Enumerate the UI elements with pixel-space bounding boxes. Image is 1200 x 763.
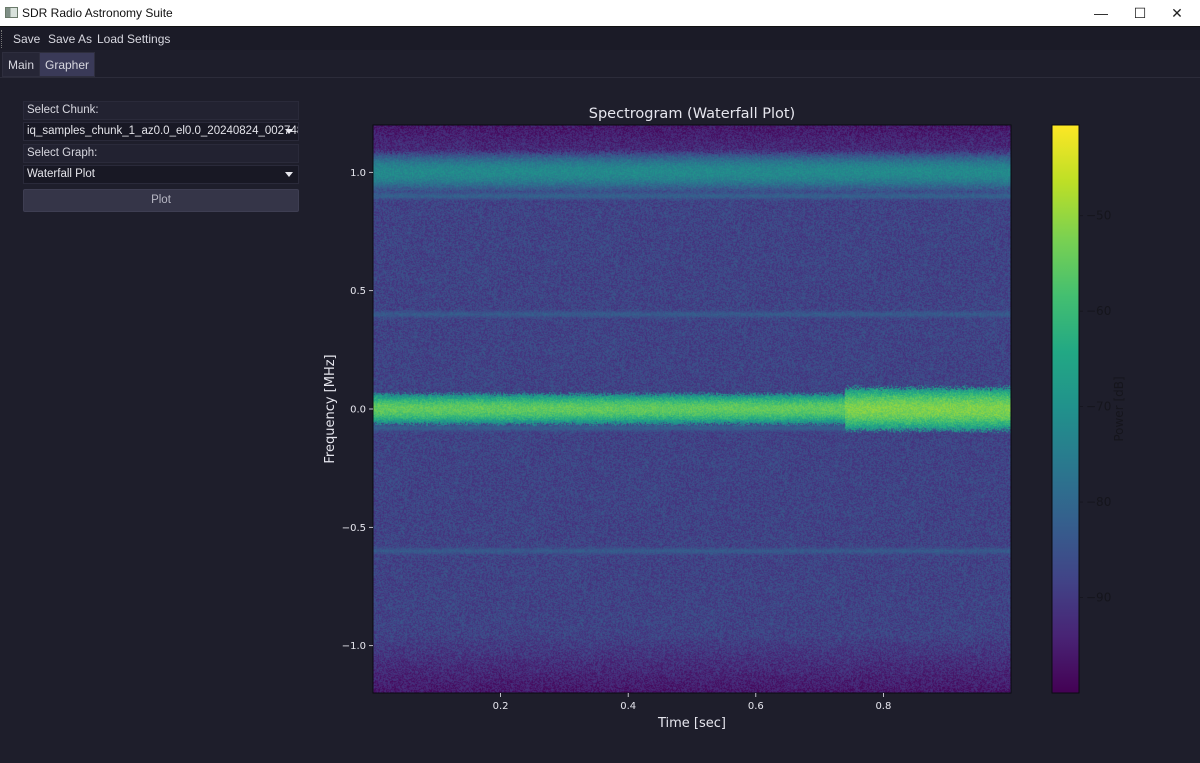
- y-axis: 1.0 0.5 0.0 −0.5 −1.0: [342, 168, 373, 652]
- spectrogram-figure: Spectrogram (Waterfall Plot) 0.2 0.4 0.6 0.…: [310, 95, 1200, 759]
- select-chunk-label: Select Chunk:: [23, 101, 299, 120]
- x-tick-label: 0.6: [748, 701, 764, 712]
- chevron-down-icon: [285, 172, 293, 177]
- menu-load-settings[interactable]: Load Settings: [97, 32, 170, 46]
- x-axis-label: Time [sec]: [657, 716, 726, 731]
- spectrogram-chart: Spectrogram (Waterfall Plot) 0.2 0.4 0.6 0.…: [323, 106, 1126, 731]
- y-tick-label: −1.0: [342, 641, 366, 652]
- colorbar-axis: −50 −60 −70 −80 −90: [1079, 209, 1111, 605]
- colorbar: [1051, 124, 1080, 694]
- colorbar-tick-label: −70: [1086, 400, 1111, 414]
- chevron-down-icon: [285, 129, 293, 134]
- spectrogram-heatmap: [373, 125, 1011, 693]
- y-tick-label: 1.0: [350, 168, 366, 179]
- y-tick-label: 0.5: [350, 286, 366, 297]
- colorbar-tick-label: −60: [1086, 304, 1111, 318]
- app-icon: [5, 7, 18, 18]
- colorbar-tick-label: −90: [1086, 591, 1111, 605]
- menu-save[interactable]: Save: [13, 32, 40, 46]
- window-titlebar: SDR Radio Astronomy Suite — ☐ ✕: [0, 0, 1200, 26]
- menu-save-as[interactable]: Save As: [48, 32, 92, 46]
- y-tick-label: −0.5: [342, 523, 366, 534]
- colorbar-tick-label: −50: [1086, 209, 1111, 223]
- chunk-select[interactable]: iq_samples_chunk_1_az0.0_el0.0_20240824_…: [23, 122, 299, 141]
- y-axis-label: Frequency [MHz]: [323, 354, 338, 463]
- x-tick-label: 0.8: [875, 701, 891, 712]
- menubar: Save Save As Load Settings: [0, 26, 1200, 50]
- tab-grapher[interactable]: Grapher: [39, 52, 96, 77]
- tab-main[interactable]: Main: [2, 52, 41, 77]
- plot-button[interactable]: Plot: [23, 189, 299, 212]
- y-tick-label: 0.0: [350, 405, 366, 416]
- window-title: SDR Radio Astronomy Suite: [22, 6, 173, 20]
- colorbar-tick-label: −80: [1086, 495, 1111, 509]
- x-axis: 0.2 0.4 0.6 0.8: [493, 693, 891, 712]
- graph-select[interactable]: Waterfall Plot: [23, 165, 299, 184]
- graph-select-value: Waterfall Plot: [27, 168, 95, 180]
- select-graph-label: Select Graph:: [23, 144, 299, 163]
- x-tick-label: 0.4: [620, 701, 636, 712]
- tab-bar: Main Grapher: [0, 50, 1200, 78]
- heatmap-image: [373, 125, 1011, 693]
- colorbar-label: Power [dB]: [1112, 376, 1126, 441]
- chunk-select-value: iq_samples_chunk_1_az0.0_el0.0_20240824_…: [27, 125, 299, 137]
- close-button[interactable]: ✕: [1154, 0, 1200, 26]
- toolbar-grip[interactable]: [1, 30, 3, 48]
- chart-title: Spectrogram (Waterfall Plot): [589, 106, 795, 122]
- x-tick-label: 0.2: [493, 701, 509, 712]
